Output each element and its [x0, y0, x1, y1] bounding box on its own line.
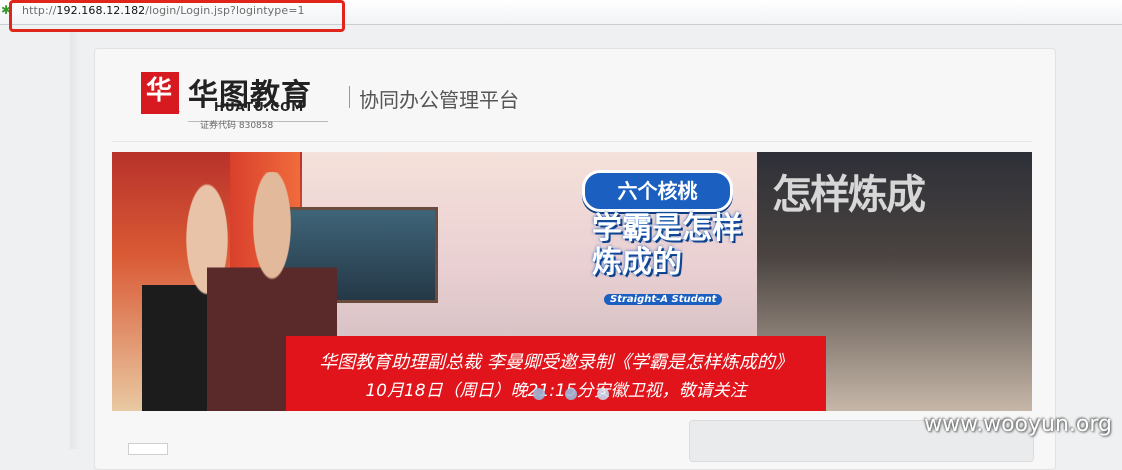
show-title: 学霸是怎样炼成的: [592, 211, 742, 280]
url-highlight-annotation: [9, 0, 345, 32]
banner-caption: 华图教育助理副总裁 李曼卿受邀录制《学霸是怎样炼成的》 10月18日（周日）晚2…: [286, 336, 826, 411]
stock-code: 证券代码 830858: [200, 121, 274, 131]
promo-banner[interactable]: 怎样炼成 六个核桃 学霸是怎样炼成的 Straight-A Student 华图…: [112, 152, 1032, 411]
watermark-text: www.wooyun.org: [924, 412, 1112, 437]
caption-line-1: 华图教育助理副总裁 李曼卿受邀录制《学霸是怎样炼成的》: [319, 352, 793, 373]
header-rule: [112, 141, 1032, 142]
slide-dot-3[interactable]: 3: [597, 387, 609, 400]
show-subtitle: Straight-A Student: [604, 294, 723, 305]
logo-since: SINCE 2001: [141, 107, 180, 114]
slide-dot-2[interactable]: [565, 388, 577, 400]
small-image-placeholder: [128, 443, 168, 455]
page-side-shadow: [70, 30, 80, 449]
banner-right-title: 怎样炼成: [772, 172, 926, 218]
header-divider: [349, 86, 350, 108]
platform-title: 协同办公管理平台: [359, 88, 519, 112]
sponsor-pill: 六个核桃: [582, 170, 733, 212]
caption-line-2: 10月18日（周日）晚21:15分安徽卫视，敬请关注: [365, 381, 747, 401]
slide-dot-1[interactable]: [533, 388, 545, 400]
brand-name-en: HUATU.COM: [214, 100, 305, 114]
